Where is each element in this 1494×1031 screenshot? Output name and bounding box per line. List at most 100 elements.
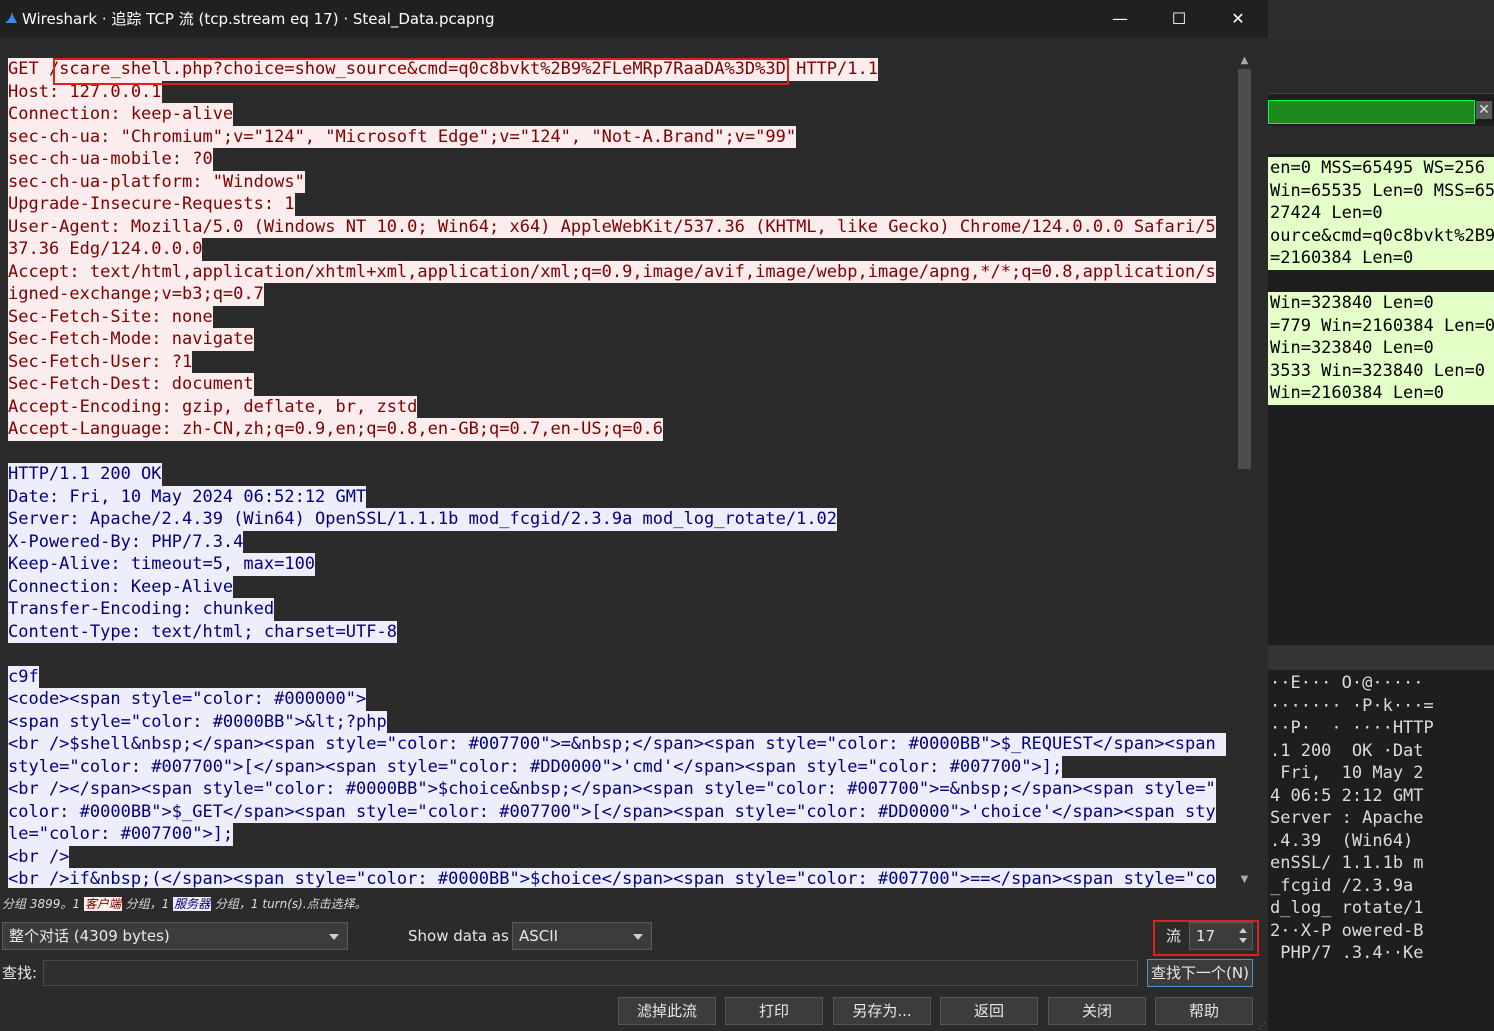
- summary-mid: 分组，1: [121, 897, 174, 911]
- stream-line-text: Sec-Fetch-Site: none: [8, 305, 213, 328]
- stream-line-text: color: #0000BB">$_GET</span><span style=…: [8, 800, 1216, 823]
- scroll-up-icon[interactable]: ▲: [1236, 52, 1253, 69]
- hex-dump-line: enSSL/ 1.1.1b m: [1270, 853, 1424, 873]
- chevron-down-icon: [329, 934, 339, 940]
- help-button[interactable]: 帮助: [1155, 997, 1253, 1025]
- stream-summary: 分组 3899。1 客户端 分组，1 服务器 分组，1 turn(s).点击选择…: [2, 895, 367, 913]
- packet-row[interactable]: 27424 Len=0: [1270, 202, 1494, 225]
- back-button[interactable]: 返回: [940, 997, 1038, 1025]
- stream-content-pane[interactable]: GET /scare_shell.php?choice=show_source&…: [2, 52, 1236, 888]
- server-stream-line: Transfer-Encoding: chunked: [8, 598, 1230, 621]
- stream-line-text: Accept-Encoding: gzip, deflate, br, zstd: [8, 395, 418, 418]
- scroll-down-icon[interactable]: ▼: [1236, 871, 1253, 888]
- main-window-background: ✕ en=0 MSS=65495 WS=256 Win=65535 Len=0 M…: [1268, 0, 1494, 1031]
- hex-dump-line: Fri, 10 May 2: [1270, 763, 1424, 783]
- stream-text[interactable]: GET /scare_shell.php?choice=show_source&…: [8, 58, 1230, 888]
- packet-row[interactable]: en=0 MSS=65495 WS=256: [1270, 157, 1494, 180]
- packet-row[interactable]: 3533 Win=323840 Len=0: [1270, 360, 1494, 383]
- client-stream-line: sec-ch-ua-mobile: ?0: [8, 148, 1230, 171]
- stream-line-text: sec-ch-ua-platform: "Windows": [8, 170, 305, 193]
- find-label: 查找:: [2, 964, 38, 982]
- server-stream-line: <code><span style="color: #000000">: [8, 688, 1230, 711]
- stream-number-value: 17: [1196, 927, 1216, 945]
- client-stream-line: Accept-Encoding: gzip, deflate, br, zstd: [8, 395, 1230, 418]
- stream-line-text: Sec-Fetch-User: ?1: [8, 350, 193, 373]
- server-stream-line: Content-Type: text/html; charset=UTF-8: [8, 620, 1230, 643]
- stream-number-spinbox[interactable]: 17: [1189, 922, 1253, 950]
- minimize-button[interactable]: —: [1091, 0, 1149, 38]
- hex-dump-line: 4 06:5 2:12 GMT: [1270, 785, 1424, 806]
- packet-row[interactable]: ource&cmd=q0c8bvkt%2B9: [1270, 225, 1494, 248]
- stream-line-text: Sec-Fetch-Dest: document: [8, 373, 254, 396]
- hex-dump-line: ··P· · ····HTTP: [1270, 718, 1434, 738]
- server-stream-line: Keep-Alive: timeout=5, max=100: [8, 553, 1230, 576]
- filter-clear-icon[interactable]: ✕: [1476, 101, 1492, 119]
- server-stream-line: <br />if&nbsp;(</span><span style="color…: [8, 868, 1230, 888]
- packet-row[interactable]: Win=323840 Len=0: [1270, 337, 1494, 360]
- server-stream-line: <br /></span><span style="color: #0000BB…: [8, 778, 1230, 801]
- stream-line-text: le="color: #007700">];: [8, 823, 234, 846]
- server-stream-line: <span style="color: #0000BB">&lt;?php: [8, 710, 1230, 733]
- summary-prefix: 分组 3899。1: [2, 897, 84, 911]
- stream-line-text: <br />$shell&nbsp;</span><span style="co…: [8, 733, 1226, 756]
- packet-row[interactable]: Win=323840 Len=0: [1270, 292, 1494, 315]
- stream-line-text: Keep-Alive: timeout=5, max=100: [8, 553, 316, 576]
- dialog-titlebar: Wireshark · 追踪 TCP 流 (tcp.stream eq 17) …: [0, 0, 1268, 38]
- stream-line-text: Accept: text/html,application/xhtml+xml,…: [8, 260, 1216, 283]
- stream-line-text: <br />: [8, 845, 70, 868]
- stream-line-text: Sec-Fetch-Mode: navigate: [8, 328, 254, 351]
- hex-dump-line: d_log_ rotate/1: [1270, 898, 1424, 918]
- print-button[interactable]: 打印: [725, 997, 823, 1025]
- client-stream-line: 37.36 Edg/124.0.0.0: [8, 238, 1230, 261]
- client-stream-line: User-Agent: Mozilla/5.0 (Windows NT 10.0…: [8, 215, 1230, 238]
- server-stream-line: style="color: #007700">[</span><span sty…: [8, 755, 1230, 778]
- server-stream-line: Server: Apache/2.4.39 (Win64) OpenSSL/1.…: [8, 508, 1230, 531]
- save-as-button[interactable]: 另存为...: [833, 997, 931, 1025]
- packet-row[interactable]: Win=2160384 Len=0: [1270, 382, 1494, 405]
- hex-dump-line: .4.39 (Win64): [1270, 830, 1414, 851]
- server-stream-line: [8, 643, 1230, 666]
- close-button[interactable]: 关闭: [1048, 997, 1146, 1025]
- show-data-label: Show data as: [408, 927, 509, 945]
- client-stream-line: sec-ch-ua-platform: "Windows": [8, 170, 1230, 193]
- stream-line-text: <br /></span><span style="color: #0000BB…: [8, 778, 1216, 801]
- packet-row[interactable]: Win=65535 Len=0 MSS=65: [1270, 180, 1494, 203]
- hex-dump-line: PHP/7 .3.4··Ke: [1270, 943, 1424, 963]
- spin-down-icon[interactable]: [1236, 935, 1250, 947]
- client-stream-line: Upgrade-Insecure-Requests: 1: [8, 193, 1230, 216]
- packet-row[interactable]: =2160384 Len=0: [1270, 247, 1494, 270]
- packet-list-group-b[interactable]: Win=323840 Len=0 =779 Win=2160384 Len=0 Wi…: [1268, 292, 1494, 405]
- dialog-title: Wireshark · 追踪 TCP 流 (tcp.stream eq 17) …: [22, 10, 495, 28]
- display-filter-bar[interactable]: [1268, 100, 1475, 124]
- chevron-down-icon: [633, 934, 643, 940]
- client-stream-line: Accept: text/html,application/xhtml+xml,…: [8, 260, 1230, 283]
- vertical-scrollbar[interactable]: ▲ ▼: [1236, 52, 1253, 888]
- pane-separator[interactable]: [1268, 645, 1494, 670]
- stream-line-text: style="color: #007700">[</span><span sty…: [8, 755, 1063, 778]
- stream-line-text: Server: Apache/2.4.39 (Win64) OpenSSL/1.…: [8, 508, 838, 531]
- stream-line-text: HTTP/1.1 200 OK: [8, 463, 162, 486]
- client-stream-line: Accept-Language: zh-CN,zh;q=0.9,en;q=0.8…: [8, 418, 1230, 441]
- filter-out-button[interactable]: 滤掉此流: [618, 997, 716, 1025]
- stream-line-text: Upgrade-Insecure-Requests: 1: [8, 193, 295, 216]
- find-next-button[interactable]: 查找下一个(N): [1147, 959, 1253, 987]
- client-stream-line: sec-ch-ua: "Chromium";v="124", "Microsof…: [8, 125, 1230, 148]
- scroll-thumb[interactable]: [1238, 69, 1251, 469]
- packet-bytes-pane: ··E··· O·@····· ······· ·P·k···= ··P· · ··…: [1268, 672, 1494, 965]
- packet-row[interactable]: =779 Win=2160384 Len=0: [1270, 315, 1494, 338]
- show-data-select[interactable]: ASCII: [512, 922, 652, 950]
- stream-line-text: X-Powered-By: PHP/7.3.4: [8, 530, 244, 553]
- packet-list-group-a[interactable]: en=0 MSS=65495 WS=256 Win=65535 Len=0 MSS…: [1268, 157, 1494, 270]
- find-input[interactable]: [43, 960, 1138, 986]
- server-stream-line: Connection: Keep-Alive: [8, 575, 1230, 598]
- stream-line-text: User-Agent: Mozilla/5.0 (Windows NT 10.0…: [8, 215, 1216, 238]
- stream-line-text: igned-exchange;v=b3;q=0.7: [8, 283, 264, 306]
- conversation-select[interactable]: 整个对话 (4309 bytes): [2, 922, 348, 950]
- resize-grip-icon[interactable]: ⋰: [1258, 1022, 1266, 1030]
- server-stream-line: X-Powered-By: PHP/7.3.4: [8, 530, 1230, 553]
- close-window-button[interactable]: ✕: [1209, 0, 1267, 38]
- stream-line-text: sec-ch-ua-mobile: ?0: [8, 148, 213, 171]
- url-highlight-box: [53, 58, 789, 85]
- follow-tcp-stream-dialog: Wireshark · 追踪 TCP 流 (tcp.stream eq 17) …: [0, 0, 1268, 1031]
- maximize-button[interactable]: ☐: [1150, 0, 1208, 38]
